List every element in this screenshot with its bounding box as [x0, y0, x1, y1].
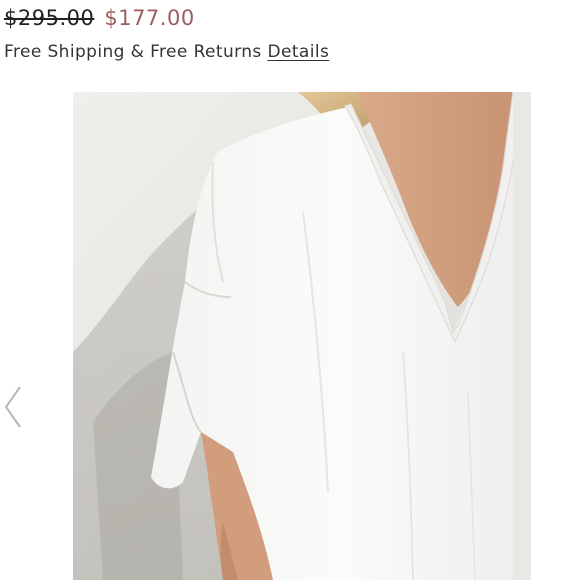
details-link[interactable]: Details	[267, 42, 329, 62]
gallery-prev-button[interactable]	[0, 382, 26, 432]
original-price: $295.00	[4, 6, 95, 30]
chevron-left-icon	[4, 386, 21, 428]
shipping-info: Free Shipping & Free Returns Details	[4, 42, 329, 62]
product-page: $295.00 $177.00 Free Shipping & Free Ret…	[0, 0, 580, 580]
price-row: $295.00 $177.00	[4, 6, 195, 36]
shipping-text: Free Shipping & Free Returns	[4, 42, 262, 62]
product-image[interactable]	[73, 92, 531, 580]
sale-price: $177.00	[104, 6, 195, 30]
product-photo	[73, 92, 531, 580]
